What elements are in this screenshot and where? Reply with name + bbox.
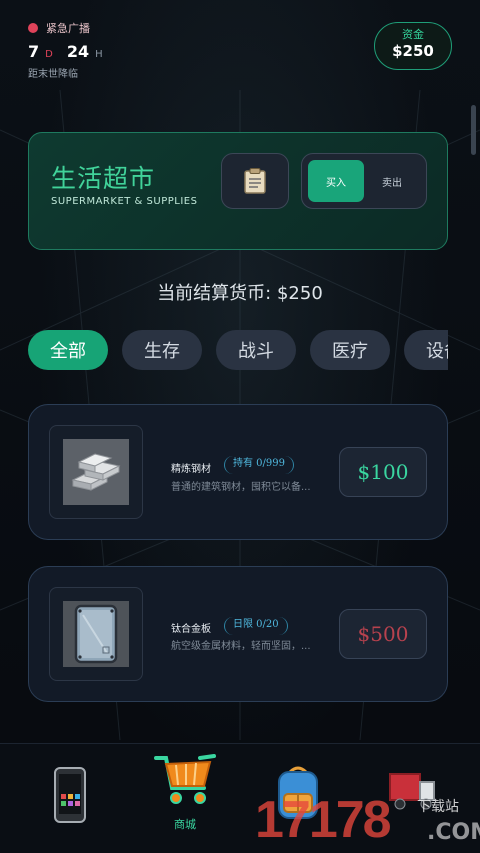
alert-dot-icon <box>28 23 38 33</box>
item-description: 普通的建筑钢材，囤积它以备... <box>171 482 311 493</box>
tab-survival[interactable]: 生存 <box>122 330 202 370</box>
store-header-card: 生活超市 SUPERMARKET & SUPPLIES 买入 卖出 <box>28 132 448 250</box>
item-thumbnail <box>49 425 143 519</box>
watermark-number: 17178 <box>255 791 392 849</box>
alert-label: 紧急广播 <box>46 22 90 35</box>
watermark-logo: 17178 下载站 .COM <box>255 790 480 850</box>
tab-all[interactable]: 全部 <box>28 330 108 370</box>
fund-badge[interactable]: 资金 $250 <box>374 22 452 70</box>
countdown-panel: 紧急广播 7 D 24 H 距末世降临 <box>28 20 103 80</box>
days-value: 7 <box>28 42 40 61</box>
hours-unit: H <box>95 49 103 60</box>
list-item[interactable]: 精炼钢材 持有 0/999 普通的建筑钢材，囤积它以备... $100 <box>28 404 448 540</box>
steel-ingots-icon <box>71 453 121 491</box>
buy-sell-toggle: 买入 卖出 <box>301 153 427 209</box>
scrollbar[interactable] <box>471 105 476 155</box>
item-badge: 持有 0/999 <box>224 456 294 474</box>
shopping-cart-icon <box>154 754 216 804</box>
item-description: 航空级金属材料，轻而坚固，... <box>171 641 311 652</box>
store-title: 生活超市 <box>51 164 156 193</box>
clipboard-button[interactable] <box>221 153 289 209</box>
buy-button[interactable]: 买入 <box>308 160 364 202</box>
list-item[interactable]: 钛合金板 日限 0/20 航空级金属材料，轻而坚固，... $500 <box>28 566 448 702</box>
store-subtitle: SUPERMARKET & SUPPLIES <box>51 196 198 207</box>
fund-value: $250 <box>392 42 434 60</box>
buy-price-button[interactable]: $500 <box>339 609 427 659</box>
category-tabs: 全部 生存 战斗 医疗 设备 <box>28 330 448 370</box>
nav-shop-label: 商城 <box>174 818 196 831</box>
tab-medical[interactable]: 医疗 <box>310 330 390 370</box>
nav-phone[interactable] <box>52 766 88 828</box>
item-thumbnail <box>49 587 143 681</box>
tab-combat[interactable]: 战斗 <box>216 330 296 370</box>
watermark-domain: .COM <box>427 820 480 845</box>
clipboard-icon <box>244 168 266 194</box>
nav-shop[interactable]: 商城 <box>154 752 216 832</box>
countdown-subtitle: 距末世降临 <box>28 69 78 80</box>
days-unit: D <box>45 49 53 60</box>
tab-equipment[interactable]: 设备 <box>404 330 448 370</box>
buy-price-button[interactable]: $100 <box>339 447 427 497</box>
titanium-plate-icon <box>74 604 118 664</box>
sell-button[interactable]: 卖出 <box>364 160 420 202</box>
item-name: 精炼钢材 <box>171 464 211 475</box>
fund-label: 资金 <box>402 28 424 41</box>
watermark-download: 下载站 <box>417 799 459 815</box>
currency-text: 当前结算货币: $250 <box>157 283 323 304</box>
item-badge: 日限 0/20 <box>224 617 288 635</box>
hours-value: 24 <box>66 42 90 61</box>
item-name: 钛合金板 <box>171 624 211 635</box>
phone-icon <box>54 767 86 823</box>
